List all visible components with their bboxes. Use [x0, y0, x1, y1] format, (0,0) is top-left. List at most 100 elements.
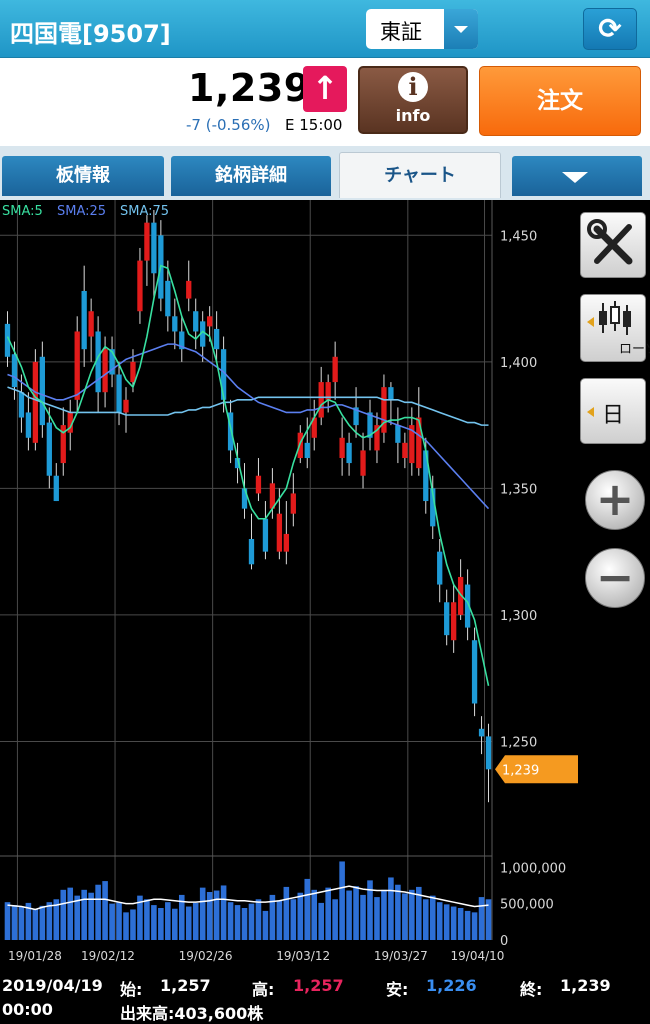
candle-body: [290, 493, 296, 514]
refresh-icon: ⟳: [598, 12, 622, 45]
high-label: 高:: [252, 980, 275, 999]
volume-bar: [450, 906, 457, 940]
candle-body: [276, 513, 283, 552]
volume-bar: [109, 903, 115, 940]
volume-bar: [227, 902, 234, 940]
candle-body: [25, 412, 32, 438]
candle-body: [471, 640, 478, 704]
candle-body: [339, 437, 345, 459]
candle-body: [11, 354, 18, 388]
volume-bar: [95, 884, 101, 940]
volume-bar: [74, 895, 80, 940]
tab-chart[interactable]: チャート: [339, 152, 501, 198]
volume-bar: [234, 905, 241, 940]
tab-more-dropdown[interactable]: [512, 156, 642, 196]
candle-body: [144, 222, 150, 261]
volume-bar: [172, 908, 178, 940]
period-button[interactable]: 日: [580, 378, 646, 444]
volume-bar: [102, 881, 108, 940]
legend-sma-5: SMA:5: [2, 204, 43, 219]
refresh-button[interactable]: ⟳: [583, 8, 637, 50]
y-tick-label: 1,300: [500, 609, 537, 624]
volume-bar: [325, 887, 331, 940]
x-tick-label: 19/04/10: [451, 949, 505, 963]
volume-bar: [123, 912, 129, 940]
tab-order-book[interactable]: 板情報: [2, 156, 164, 196]
zoom-out-button[interactable]: −: [585, 548, 645, 608]
candle-body: [130, 361, 136, 383]
chevron-down-icon[interactable]: [444, 9, 478, 49]
chart-settings-button[interactable]: [580, 212, 646, 278]
close-value: 1,239: [560, 976, 611, 995]
volume-bar: [81, 889, 87, 940]
open-value: 1,257: [160, 976, 211, 995]
candle-body: [304, 442, 310, 459]
chart-type-button[interactable]: ローソク: [580, 294, 650, 362]
candle-body: [255, 475, 262, 494]
top-bar: 四国電[9507] 東証 ⟳: [0, 0, 650, 58]
volume-bar: [478, 897, 485, 940]
candle-body: [213, 328, 220, 350]
volume-bar: [402, 893, 408, 940]
volume-bar: [185, 906, 192, 940]
volume-bar: [116, 902, 122, 940]
volume-tick-label: 500,000: [500, 898, 554, 913]
tab-stock-details[interactable]: 銘柄詳細: [171, 156, 331, 196]
footer-time: 00:00: [2, 1000, 53, 1019]
candle-body: [193, 311, 199, 332]
volume-bar: [158, 908, 164, 940]
candle-body: [360, 450, 366, 476]
x-tick-label: 19/03/27: [374, 949, 428, 963]
legend-sma-75: SMA:75: [120, 204, 169, 219]
volume-bar: [304, 878, 311, 940]
arrow-up-icon: ↑: [303, 66, 347, 112]
info-label: info: [395, 106, 431, 125]
volume-bar: [151, 905, 157, 940]
y-tick-label: 1,400: [500, 356, 537, 371]
candle-body: [207, 316, 213, 327]
low-label: 安:: [386, 980, 409, 999]
volume-bar: [360, 894, 366, 940]
y-tick-label: 1,250: [500, 735, 537, 750]
volume-bar: [39, 905, 46, 940]
candlestick-chart[interactable]: 1,450 1,400 1,350 1,300 1,250 19/01/28 19/02/1…: [0, 200, 650, 970]
order-button[interactable]: 注文: [479, 66, 641, 136]
candle-body: [262, 518, 269, 552]
volume-bar: [422, 899, 429, 940]
market-select[interactable]: 東証: [366, 9, 478, 49]
candle-body: [39, 356, 45, 426]
candle-body: [81, 290, 87, 350]
volume-bar: [443, 904, 450, 940]
volume-bar: [220, 885, 227, 940]
candle-body: [116, 374, 122, 413]
current-price: 1,239: [188, 66, 311, 110]
stock-title: 四国電[9507]: [10, 20, 171, 48]
chart-area[interactable]: 1,450 1,400 1,350 1,300 1,250 19/01/28 19/02/1…: [0, 200, 650, 970]
volume-bar: [436, 902, 443, 940]
volume-bar: [339, 861, 345, 940]
candle-body: [381, 387, 387, 433]
volume-text: 出来高:403,600株: [120, 1004, 264, 1023]
quote-panel: 1,239 ↑ -7 (-0.56%) E 15:00 i info 注文: [0, 58, 650, 146]
volume-bar: [311, 889, 318, 940]
candle-body: [318, 382, 324, 418]
plus-icon: +: [595, 472, 635, 526]
open-label: 始:: [120, 980, 143, 999]
volume-tick-label: 0: [500, 934, 508, 949]
volume-bar: [213, 890, 220, 940]
volume-bar: [374, 897, 380, 940]
candle-body: [485, 736, 492, 770]
zoom-in-button[interactable]: +: [585, 470, 645, 530]
tab-bar: 板情報 銘柄詳細 チャート: [0, 146, 650, 200]
candle-body: [186, 280, 192, 299]
volume-bar: [130, 909, 136, 940]
volume-bar: [464, 910, 471, 940]
x-tick-label: 19/01/28: [8, 949, 62, 963]
info-button[interactable]: i info: [358, 66, 468, 134]
volume-bar: [290, 899, 297, 940]
candle-body: [123, 399, 129, 413]
volume-bar: [318, 902, 324, 940]
volume-bar: [199, 887, 206, 940]
legend-sma-25: SMA:25: [57, 204, 106, 219]
volume-bar: [248, 903, 255, 940]
